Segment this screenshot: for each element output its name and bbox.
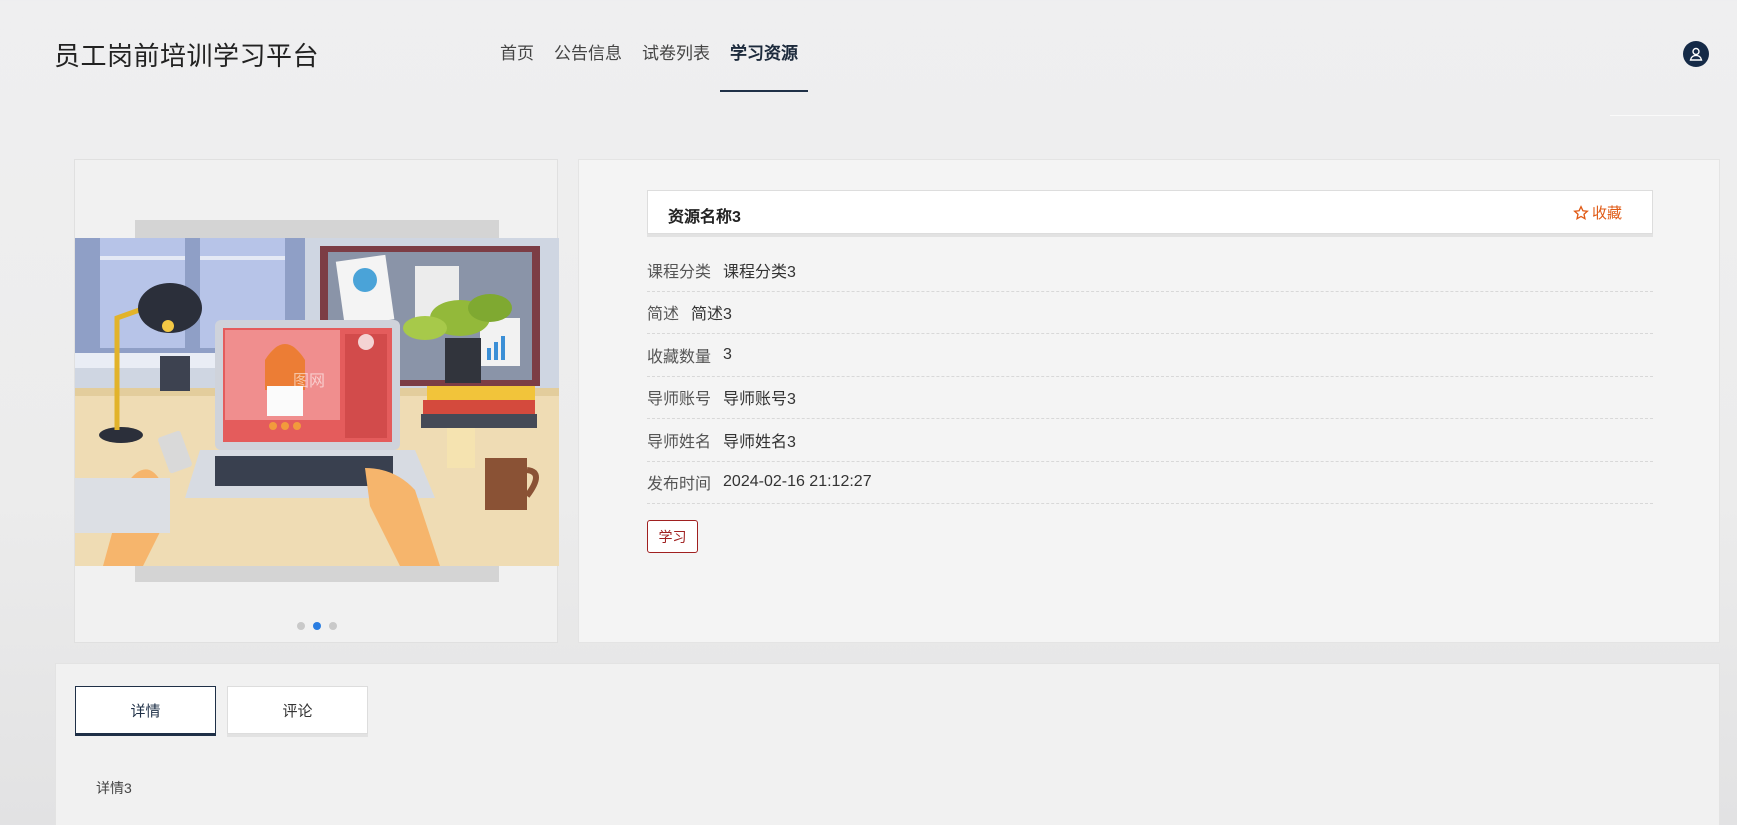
nav-announcements[interactable]: 公告信息 xyxy=(554,42,622,90)
carousel-dots xyxy=(297,622,337,630)
field-value: 2024-02-16 21:12:27 xyxy=(723,473,872,491)
tab-details[interactable]: 详情 xyxy=(75,686,216,734)
watermark-text: 图网 xyxy=(293,371,325,390)
carousel-dot[interactable] xyxy=(297,622,305,630)
field-label: 发布时间 xyxy=(647,476,712,494)
resource-fields: 课程分类 课程分类3 简述 简述3 收藏数量 3 导师账号 导师账号3 导师姓名… xyxy=(647,249,1653,504)
detail-content: 详情3 xyxy=(96,780,132,796)
tab-comments[interactable]: 评论 xyxy=(227,686,368,734)
field-label: 简述 xyxy=(647,306,680,324)
field-row-publish-time: 发布时间 2024-02-16 21:12:27 xyxy=(647,462,1653,504)
resource-title-bar: 资源名称3 收藏 xyxy=(647,190,1653,234)
tabs-panel: 详情 评论 详情3 xyxy=(55,663,1720,825)
favorite-button[interactable]: 收藏 xyxy=(1573,202,1622,223)
field-value: 3 xyxy=(723,345,732,363)
header: 员工岗前培训学习平台 首页 公告信息 试卷列表 学习资源 xyxy=(0,0,1737,116)
carousel-image: 图网 xyxy=(75,238,559,566)
header-divider xyxy=(1610,115,1700,116)
field-value: 课程分类3 xyxy=(723,263,796,281)
field-label: 导师账号 xyxy=(647,391,712,409)
field-label: 导师姓名 xyxy=(647,433,712,451)
field-value: 简述3 xyxy=(691,306,732,324)
carousel-dot[interactable] xyxy=(329,622,337,630)
nav-learning-resources[interactable]: 学习资源 xyxy=(720,42,808,92)
image-carousel[interactable]: 图网 xyxy=(74,159,559,643)
nav-exam-list[interactable]: 试卷列表 xyxy=(642,42,710,90)
resource-info-panel: 资源名称3 收藏 课程分类 课程分类3 简述 简述3 收藏数量 3 导师账号 导… xyxy=(578,159,1720,643)
carousel-dot-active[interactable] xyxy=(313,622,321,630)
favorite-label: 收藏 xyxy=(1591,205,1622,222)
field-row-mentor-account: 导师账号 导师账号3 xyxy=(647,377,1653,419)
field-label: 收藏数量 xyxy=(647,348,712,366)
field-value: 导师账号3 xyxy=(723,391,796,409)
field-value: 导师姓名3 xyxy=(723,433,796,451)
learn-button[interactable]: 学习 xyxy=(647,520,698,553)
field-label: 课程分类 xyxy=(647,263,712,281)
field-row-category: 课程分类 课程分类3 xyxy=(647,249,1653,292)
site-logo[interactable]: 员工岗前培训学习平台 xyxy=(54,36,319,73)
nav-home[interactable]: 首页 xyxy=(500,42,534,90)
field-row-favorites-count: 收藏数量 3 xyxy=(647,334,1653,377)
field-row-summary: 简述 简述3 xyxy=(647,292,1653,334)
resource-title: 资源名称3 xyxy=(668,209,741,226)
field-row-mentor-name: 导师姓名 导师姓名3 xyxy=(647,419,1653,462)
star-icon xyxy=(1573,204,1589,220)
user-avatar-icon[interactable] xyxy=(1683,41,1709,67)
main-nav: 首页 公告信息 试卷列表 学习资源 xyxy=(500,42,828,92)
